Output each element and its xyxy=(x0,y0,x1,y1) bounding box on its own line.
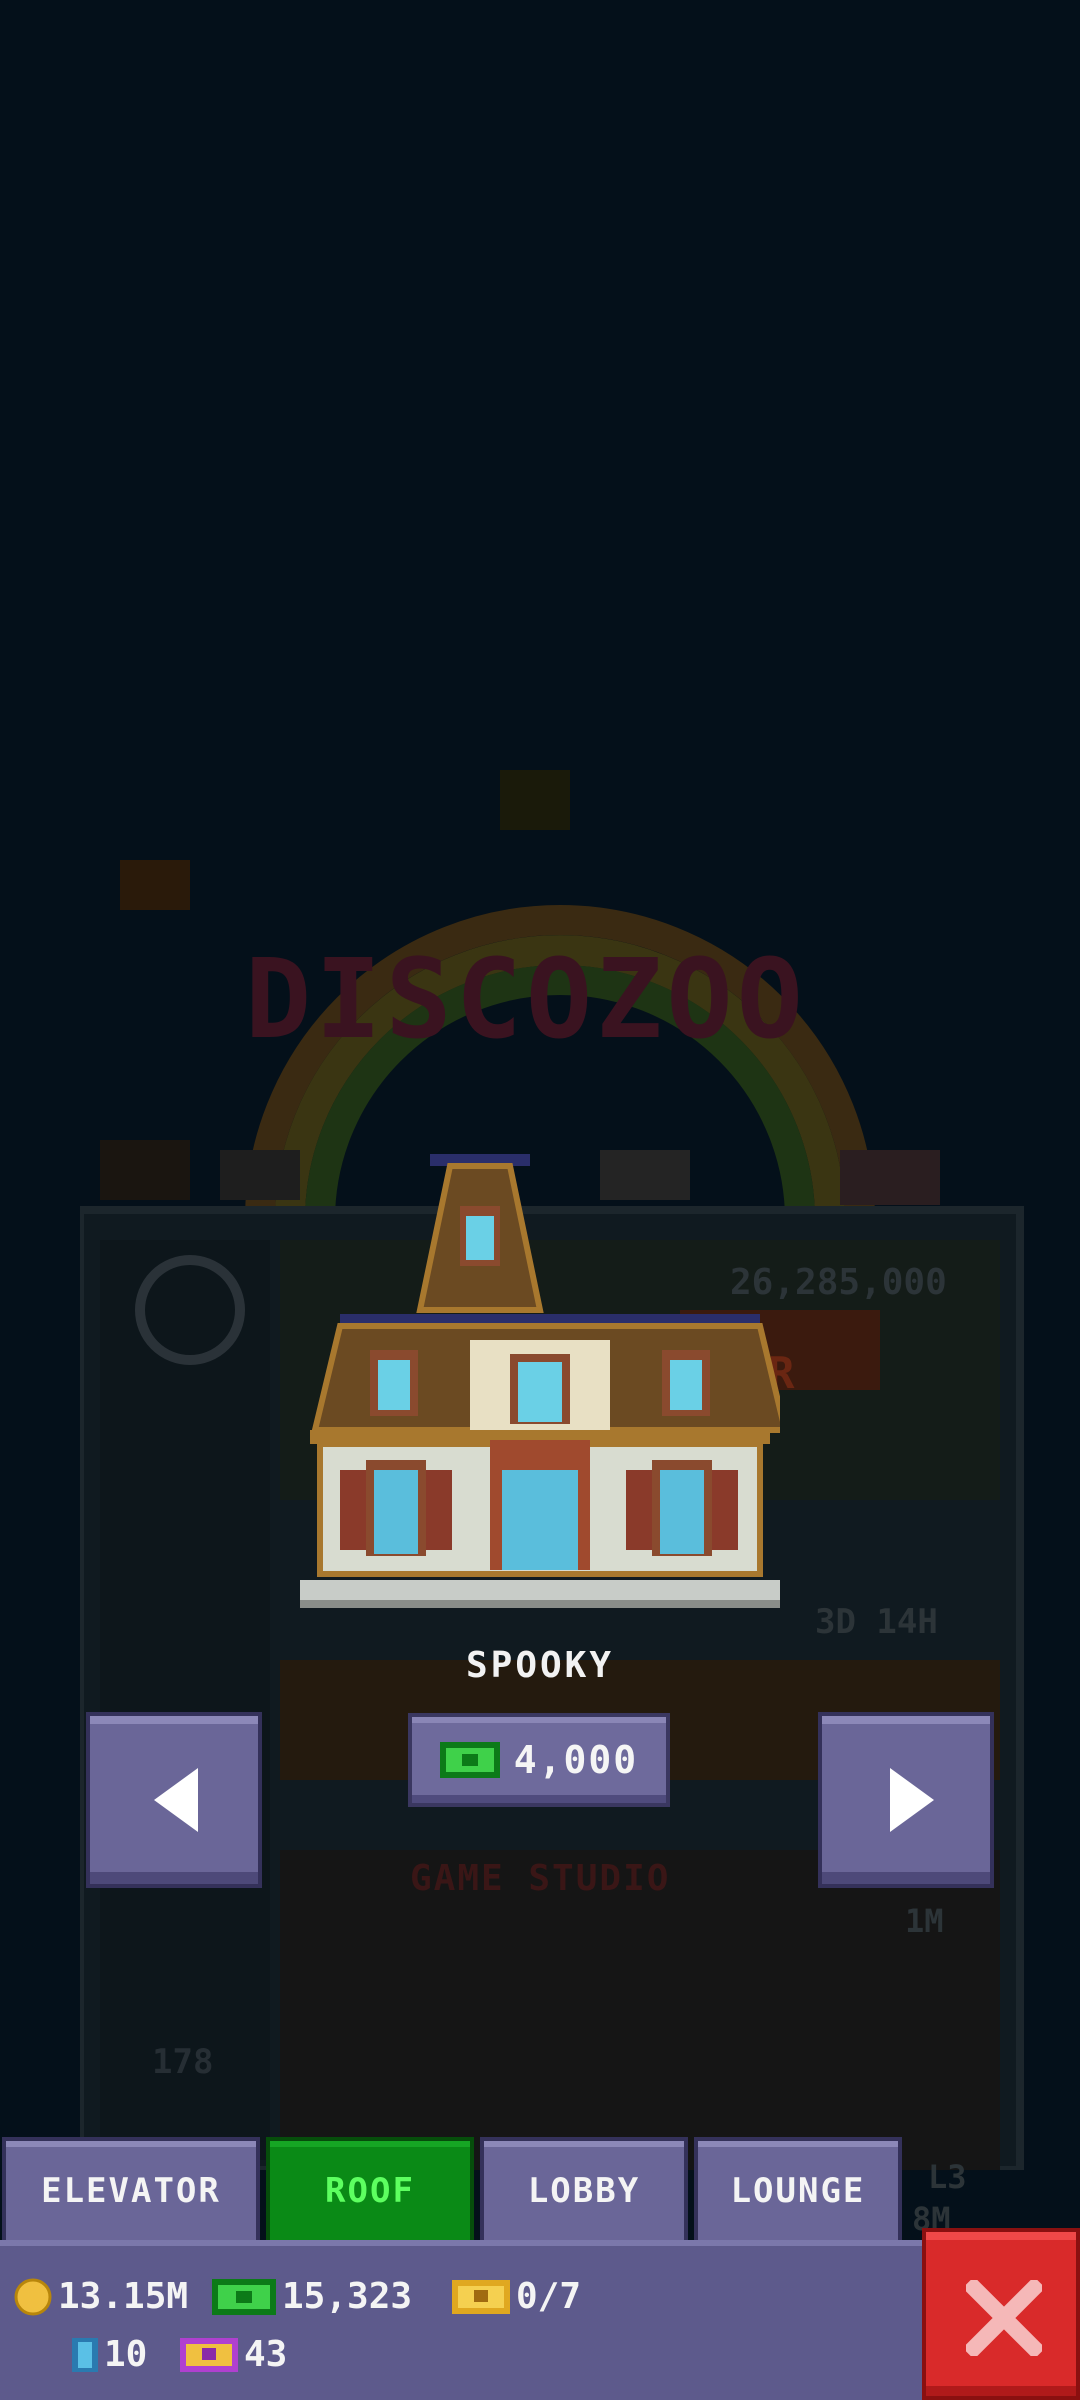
arrow-right-icon xyxy=(890,1768,934,1832)
bux-value: 15,323 xyxy=(282,2276,413,2317)
tab-elevator[interactable]: ELEVATOR xyxy=(2,2137,260,2241)
tab-lobby[interactable]: LOBBY xyxy=(480,2137,688,2241)
buy-button[interactable]: 4,000 xyxy=(408,1713,670,1807)
golden-tickets-value: 43 xyxy=(244,2334,288,2375)
item-name: SPOOKY xyxy=(465,1645,615,1686)
blue-bar-icon xyxy=(72,2337,98,2372)
coin-icon xyxy=(14,2278,52,2315)
close-button[interactable] xyxy=(922,2228,1080,2400)
tickets-stat: 0/7 xyxy=(452,2276,581,2317)
tab-roof[interactable]: ROOF xyxy=(266,2137,474,2241)
arrow-left-icon xyxy=(154,1768,198,1832)
golden-tickets-stat: 43 xyxy=(180,2334,287,2375)
close-icon xyxy=(966,2280,1042,2356)
next-item-button[interactable] xyxy=(818,1712,994,1888)
background-floor-name: GAME STUDIO xyxy=(410,1858,671,1899)
blue-items-value: 10 xyxy=(104,2334,148,2375)
tickets-value: 0/7 xyxy=(516,2276,582,2317)
bux-icon xyxy=(439,1742,500,1778)
blue-items-stat: 10 xyxy=(72,2334,147,2375)
coins-stat: 13.15M xyxy=(14,2276,188,2317)
golden-ticket-icon xyxy=(180,2337,238,2372)
price-label: 4,000 xyxy=(513,1738,639,1782)
vip-ticket-icon xyxy=(452,2279,510,2314)
status-bar: 13.15M 15,323 0/7 10 43 xyxy=(0,2240,1080,2400)
background-floor-value: 1M xyxy=(905,1902,944,1940)
tab-lounge[interactable]: LOUNGE xyxy=(694,2137,902,2241)
coins-value: 13.15M xyxy=(58,2276,189,2317)
bux-icon xyxy=(212,2278,276,2315)
previous-item-button[interactable] xyxy=(86,1712,262,1888)
background-logo: DISCOZOO xyxy=(245,935,807,1063)
background-timer: 3D 14H xyxy=(815,1602,938,1642)
background-lobby-label: L3 xyxy=(928,2158,967,2196)
bux-stat: 15,323 xyxy=(212,2276,412,2317)
spooky-mansion-preview xyxy=(300,1154,780,1608)
background-floor-number: 178 xyxy=(152,2042,214,2082)
